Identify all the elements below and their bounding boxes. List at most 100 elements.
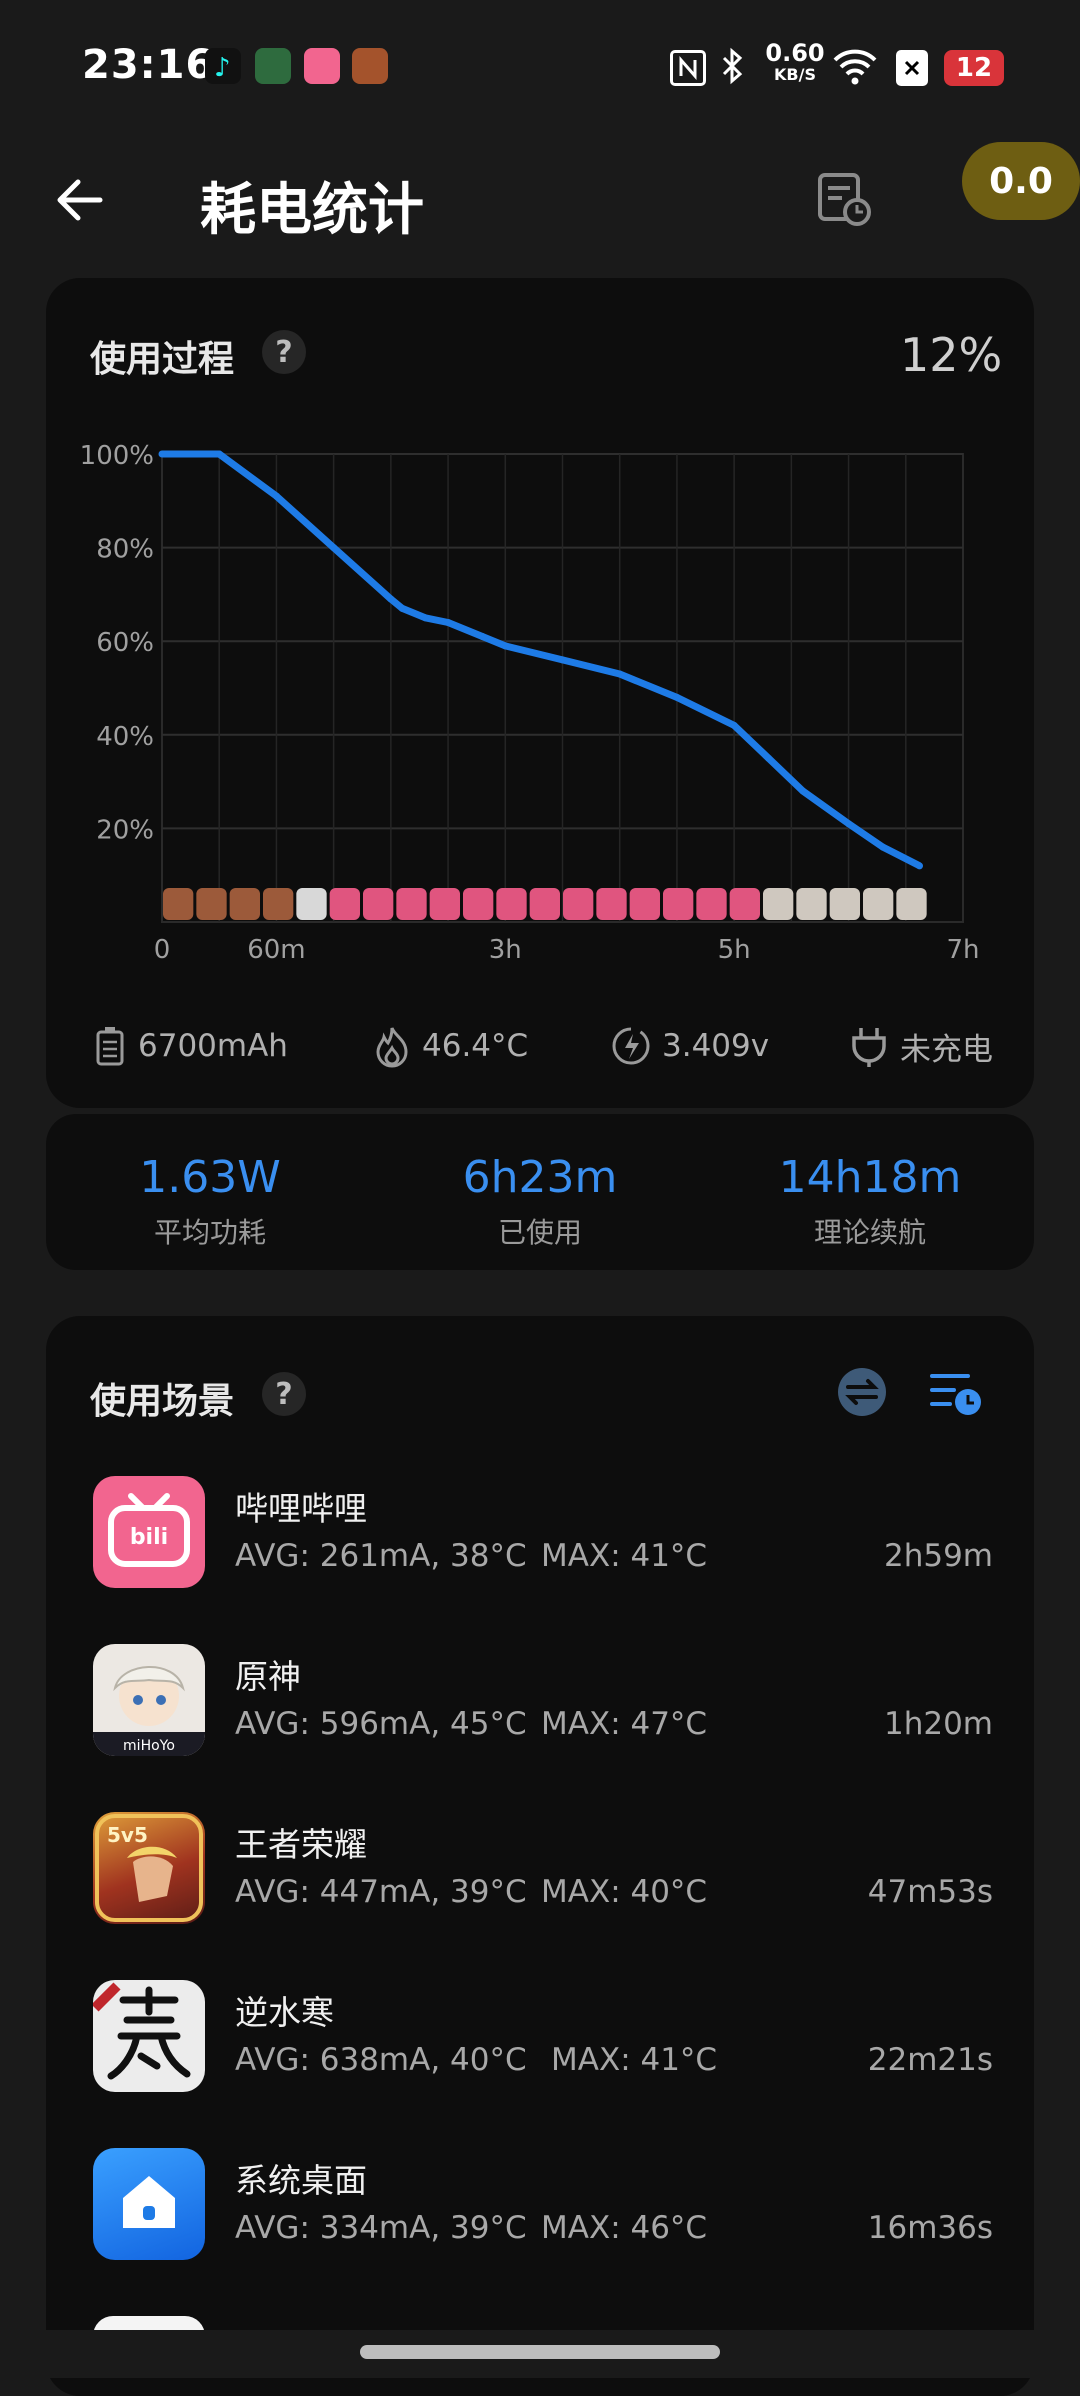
chart-app-tile: [629, 888, 661, 920]
scenes-help-icon[interactable]: ?: [262, 1372, 306, 1416]
battery-data-point: [845, 820, 853, 828]
usage-scenes-title: 使用场景: [90, 1381, 235, 1422]
battery-data-point: [879, 843, 887, 851]
chart-app-tile: [729, 888, 761, 920]
usage-process-title: 使用过程: [90, 339, 235, 380]
app-name: 哔哩哔哩: [235, 1489, 367, 1528]
chart-app-tile: [329, 888, 361, 920]
network-speed-value: 0.60: [765, 39, 825, 67]
page-title: 耗电统计: [200, 178, 424, 243]
chart-app-tile: [263, 888, 294, 920]
chart-app-tile: [596, 888, 627, 920]
battery-data-point: [421, 614, 429, 622]
chart-x-tick-label: 3h: [489, 935, 522, 965]
app-avg: AVG: 596mA, 45°C: [235, 1706, 527, 1742]
chart-app-tile: [229, 888, 261, 920]
sort-toggle-icon[interactable]: [836, 1366, 888, 1422]
flame-icon: [376, 1027, 408, 1068]
anti-addiction-notification-icon: [255, 48, 291, 84]
chart-app-tile: [396, 888, 427, 920]
battery-data-point: [799, 787, 807, 795]
genshin-app-icon: miHoYo: [93, 1644, 205, 1756]
avg-power-label: 平均功耗: [153, 1216, 266, 1249]
chart-app-tile: [163, 888, 194, 920]
battery-data-point: [916, 862, 924, 870]
floating-badge[interactable]: 0.0: [962, 142, 1080, 220]
chart-app-tile: [496, 888, 527, 920]
used-time-value: 6h23m: [462, 1152, 618, 1203]
battery-data-point: [330, 544, 338, 552]
chart-app-tile: [863, 888, 894, 920]
status-time: 23:16: [82, 42, 215, 88]
back-arrow-icon[interactable]: [52, 172, 108, 228]
chart-app-tile: [363, 888, 394, 920]
battery-data-point: [272, 492, 280, 500]
battery-data-point: [764, 754, 772, 762]
plug-icon: [852, 1028, 886, 1067]
battery-level-text: 12%: [900, 328, 1003, 382]
scene-row-honor-of-kings[interactable]: 5v5 王者荣耀 AVG: 447mA, 39°C MAX: 40°C 47m5…: [93, 1812, 993, 1962]
battery-data-point: [478, 633, 486, 641]
used-time-stat: 6h23m 已使用: [375, 1152, 705, 1251]
app-avg: AVG: 638mA, 40°C: [235, 2042, 527, 2078]
battery-capacity-value: 6700mAh: [138, 1028, 288, 1064]
scene-row-nishuihan[interactable]: 逆水寒 AVG: 638mA, 40°C MAX: 41°C 22m21s: [93, 1980, 993, 2130]
tiktok-notification-icon: ♪: [205, 48, 241, 84]
chart-app-tile: [829, 888, 861, 920]
app-max: MAX: 46°C: [541, 2210, 708, 2246]
battery-data-point: [673, 693, 681, 701]
app-duration: 2h59m: [883, 1538, 993, 1574]
app-duration: 22m21s: [867, 2042, 993, 2078]
battery-icon: [96, 1027, 124, 1066]
scene-row-genshin[interactable]: miHoYo 原神 AVG: 596mA, 45°C MAX: 47°C 1h2…: [93, 1644, 993, 1794]
chart-x-tick-label: 0: [154, 935, 171, 965]
chart-x-tick-label: 60m: [247, 935, 305, 965]
chart-app-tile: [429, 888, 461, 920]
battery-data-point: [398, 604, 406, 612]
launcher-app-icon: [93, 2148, 205, 2260]
battery-data-point: [616, 670, 624, 678]
app-max: MAX: 41°C: [541, 1538, 708, 1574]
battery-data-point: [501, 642, 509, 650]
chart-y-tick-label: 20%: [96, 815, 154, 845]
chart-app-tile: [763, 888, 794, 920]
bilibili-app-icon: bili: [93, 1476, 205, 1588]
charging-status: 未充电: [848, 1018, 993, 1074]
network-speed: 0.60 KB/S: [760, 39, 830, 86]
nishuihan-app-icon: [93, 1980, 205, 2092]
chart-x-tick-label: 7h: [946, 935, 979, 965]
app-avg: AVG: 261mA, 38°C: [235, 1538, 527, 1574]
battery-temperature: 46.4°C: [372, 1018, 528, 1074]
app-duration: 1h20m: [883, 1706, 993, 1742]
chart-app-tile: [463, 888, 494, 920]
temperature-value: 46.4°C: [422, 1028, 529, 1064]
nfc-icon: [670, 50, 706, 86]
battery-level-line: [162, 450, 922, 869]
app-max: MAX: 40°C: [541, 1874, 708, 1910]
battery-data-point: [444, 618, 452, 626]
app-name: 王者荣耀: [235, 1825, 367, 1864]
svg-text:♪: ♪: [214, 53, 231, 83]
home-indicator[interactable]: [360, 2345, 720, 2359]
scene-row-bilibili[interactable]: bili 哔哩哔哩 AVG: 261mA, 38°C MAX: 41°C 2h5…: [93, 1476, 993, 1626]
app-duration: 47m53s: [867, 1874, 993, 1910]
scene-row-launcher[interactable]: 系统桌面 AVG: 334mA, 39°C MAX: 46°C 16m36s: [93, 2148, 993, 2298]
battery-capacity: 6700mAh: [92, 1018, 288, 1074]
chart-x-tick-label: 5h: [718, 935, 751, 965]
honor-of-kings-notification-icon: [352, 48, 388, 84]
sort-by-time-icon[interactable]: [928, 1366, 984, 1422]
battery-level: 12: [944, 50, 1004, 86]
chart-y-tick-label: 80%: [96, 535, 154, 565]
app-duration: 16m36s: [867, 2210, 993, 2246]
svg-text:bili: bili: [130, 1525, 168, 1550]
app-max: MAX: 41°C: [551, 2042, 718, 2078]
history-report-icon[interactable]: [815, 170, 873, 228]
bluetooth-icon: [718, 46, 748, 90]
chart-app-tile: [796, 888, 827, 920]
usage-help-icon[interactable]: ?: [262, 330, 306, 374]
battery-data-point: [730, 721, 738, 729]
app-name: 系统桌面: [235, 2161, 367, 2200]
app-avg: AVG: 447mA, 39°C: [235, 1874, 527, 1910]
sim-off-icon: [896, 50, 928, 86]
app-max: MAX: 47°C: [541, 1706, 708, 1742]
